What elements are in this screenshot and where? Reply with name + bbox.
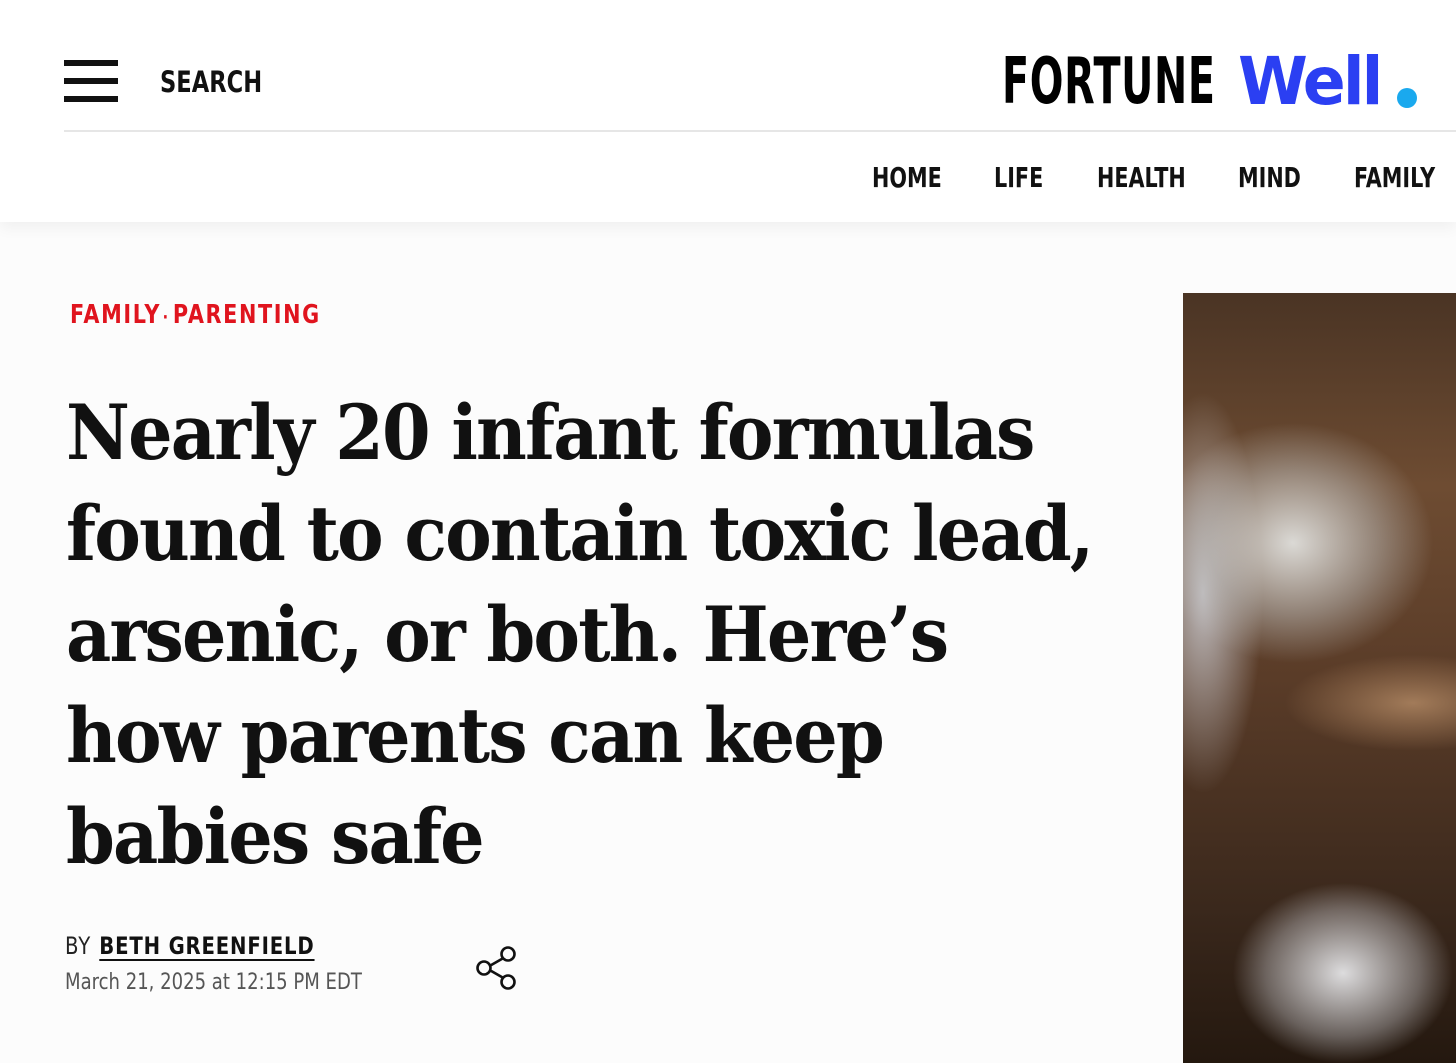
headline-line: Nearly 20 infant formulas [66, 388, 1035, 477]
share-icon[interactable] [474, 944, 520, 992]
byline: BY BETH GREENFIELD [65, 930, 315, 962]
hamburger-bar [64, 96, 118, 102]
byline-prefix: BY [65, 932, 92, 960]
hero-photo [1183, 293, 1456, 1063]
logo-fortune-text: FORTUNE [1002, 45, 1216, 119]
headline-line: how parents can keep [66, 691, 885, 780]
nav-item-life[interactable]: LIFE [994, 158, 1043, 198]
article-headline: Nearly 20 infant formulas found to conta… [66, 382, 1146, 887]
publish-date: March 21, 2025 at 12:15 PM EDT [65, 970, 362, 995]
headline-line: arsenic, or both. Here’s [66, 590, 949, 679]
hamburger-menu-icon[interactable] [64, 60, 118, 104]
header-divider [64, 130, 1456, 132]
search-button[interactable]: SEARCH [160, 63, 262, 101]
nav-item-family[interactable]: FAMILY [1354, 158, 1435, 198]
article-kicker: FAMILY· PARENTING [70, 298, 321, 335]
nav-item-home[interactable]: HOME [872, 158, 942, 198]
nav-item-mind[interactable]: MIND [1238, 158, 1301, 198]
kicker-subsection-link[interactable]: PARENTING [173, 300, 321, 330]
hamburger-bar [64, 60, 118, 66]
headline-line: found to contain toxic lead, [66, 489, 1094, 578]
main-nav: HOME LIFE HEALTH MIND FAMILY [0, 158, 1456, 198]
share-icon-graphic [476, 946, 516, 990]
logo-dot [1397, 88, 1417, 108]
author-link[interactable]: BETH GREENFIELD [99, 932, 314, 960]
article-header: FAMILY· PARENTING Nearly 20 infant formul… [0, 222, 1180, 1063]
headline-line: babies safe [66, 792, 485, 881]
logo-well-text: Well [1238, 43, 1383, 120]
nav-item-health[interactable]: HEALTH [1097, 158, 1186, 198]
kicker-section-link[interactable]: FAMILY [70, 300, 161, 330]
site-header: SEARCH FORTUNE Well HOME LIFE HEALTH MIN… [0, 0, 1456, 222]
kicker-separator: · [162, 307, 169, 328]
hamburger-bar [64, 78, 118, 84]
